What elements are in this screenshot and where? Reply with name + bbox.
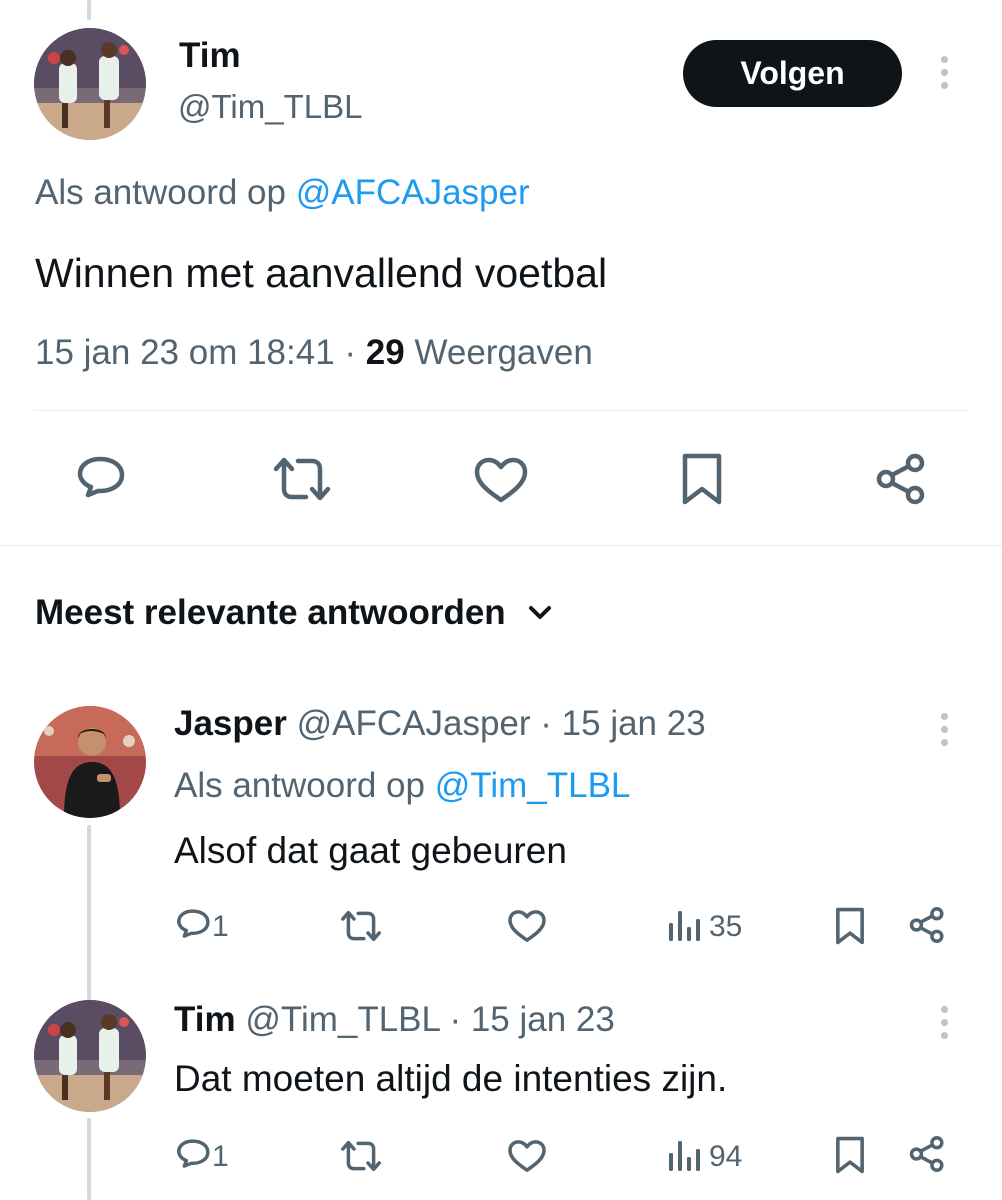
bookmark-icon[interactable] (835, 1135, 865, 1175)
thread-line-reply-1 (87, 825, 91, 1000)
views-count: 29 (365, 333, 405, 372)
reply-context: Als antwoord op @Tim_TLBL (174, 766, 630, 806)
section-divider (0, 545, 1002, 546)
share-icon[interactable] (874, 452, 928, 506)
chevron-down-icon (528, 605, 552, 621)
reply-prefix: Als antwoord op (35, 173, 286, 212)
reply-author-handle[interactable]: @Tim_TLBL (245, 1000, 439, 1039)
reply-text: Alsof dat gaat gebeuren (174, 830, 567, 871)
share-icon[interactable] (908, 1135, 946, 1173)
reply-context: Als antwoord op @AFCAJasper (35, 173, 530, 213)
share-icon[interactable] (908, 906, 946, 944)
reply-author-name[interactable]: Tim (174, 1000, 236, 1039)
reply-prefix: Als antwoord op (174, 766, 425, 805)
views-count: 94 (709, 1140, 743, 1173)
reply-icon[interactable] (176, 908, 212, 942)
reply-date[interactable]: · 15 jan 23 (449, 1000, 614, 1039)
reply-count: 1 (212, 910, 229, 943)
author-name[interactable]: Tim (179, 36, 241, 76)
more-icon[interactable] (941, 1006, 949, 1045)
divider (34, 410, 968, 411)
like-icon[interactable] (473, 456, 529, 504)
avatar[interactable] (34, 706, 146, 818)
reply-author-name[interactable]: Jasper (174, 704, 287, 743)
reply-to-link[interactable]: @AFCAJasper (296, 173, 530, 212)
thread-line-top (87, 0, 91, 20)
bookmark-icon[interactable] (681, 452, 723, 506)
more-icon[interactable] (941, 713, 949, 752)
retweet-icon[interactable] (340, 909, 382, 943)
views-label: Weergaven (414, 333, 593, 372)
bookmark-icon[interactable] (835, 906, 865, 946)
retweet-icon[interactable] (272, 455, 332, 503)
avatar[interactable] (34, 28, 146, 140)
reply-icon[interactable] (176, 1138, 212, 1172)
reply-count: 1 (212, 1140, 229, 1173)
thread-line-reply-2 (87, 1118, 91, 1200)
sort-label: Meest relevante antwoorden (35, 593, 506, 632)
reply-author-handle[interactable]: @AFCAJasper (297, 704, 531, 743)
tweet-text: Winnen met aanvallend voetbal (35, 250, 608, 296)
follow-button[interactable]: Volgen (683, 40, 902, 107)
reply-header: Jasper @AFCAJasper · 15 jan 23 (174, 704, 706, 744)
author-handle[interactable]: @Tim_TLBL (178, 88, 362, 126)
views-icon[interactable] (668, 909, 702, 943)
tweet-meta: 15 jan 23 om 18:41 · 29 Weergaven (35, 333, 593, 373)
reply-icon[interactable] (76, 455, 128, 503)
like-icon[interactable] (507, 909, 547, 943)
reply-date[interactable]: · 15 jan 23 (540, 704, 705, 743)
reply-to-link[interactable]: @Tim_TLBL (435, 766, 631, 805)
retweet-icon[interactable] (340, 1139, 382, 1173)
sort-dropdown[interactable]: Meest relevante antwoorden (35, 593, 552, 633)
avatar[interactable] (34, 1000, 146, 1112)
views-count: 35 (709, 910, 743, 943)
views-icon[interactable] (668, 1139, 702, 1173)
like-icon[interactable] (507, 1139, 547, 1173)
more-icon[interactable] (941, 56, 949, 95)
timestamp[interactable]: 15 jan 23 om 18:41 (35, 333, 335, 372)
reply-text: Dat moeten altijd de intenties zijn. (174, 1058, 728, 1099)
reply-header: Tim @Tim_TLBL · 15 jan 23 (174, 1000, 615, 1040)
meta-separator: · (344, 333, 357, 372)
